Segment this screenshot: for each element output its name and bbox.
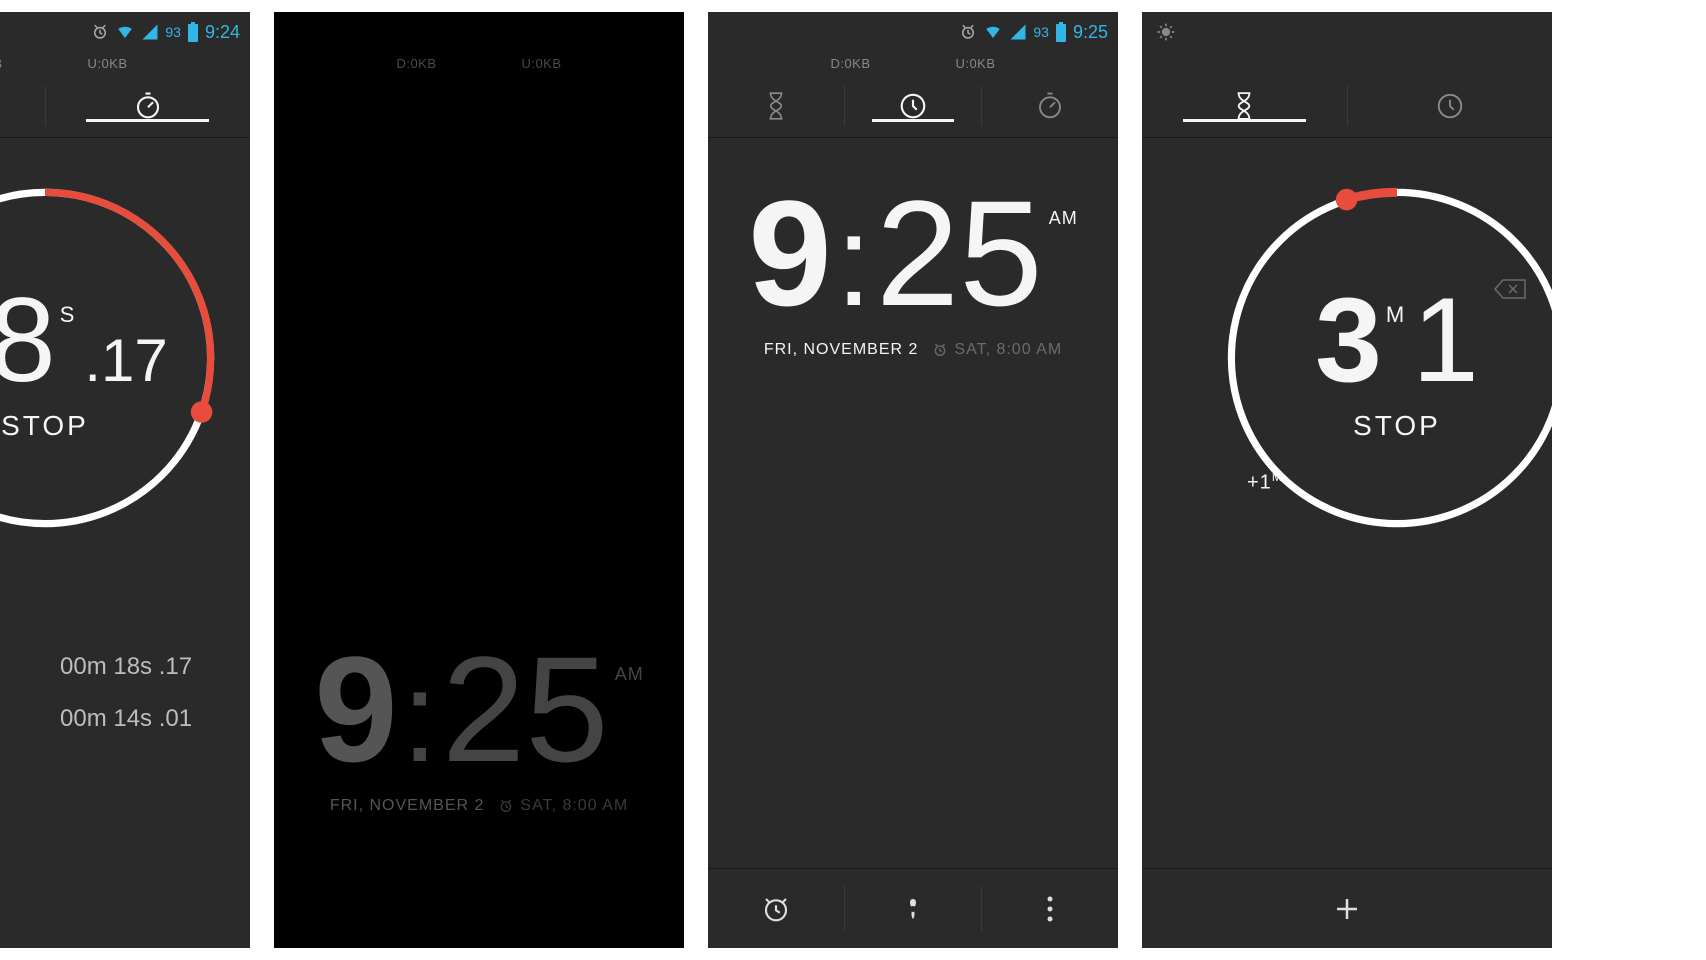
download-rate: D:0KB xyxy=(396,56,436,71)
status-time: 9:24 xyxy=(205,22,240,43)
tab-clock[interactable] xyxy=(845,91,981,121)
lap-cell: m 14s .01 xyxy=(0,705,30,733)
stopwatch-fraction: .17 xyxy=(84,326,167,395)
timer-minutes: 3 xyxy=(1315,280,1382,400)
alarms-button[interactable] xyxy=(708,894,844,924)
clock-minute: 25 xyxy=(442,634,609,784)
stop-button[interactable]: STOP xyxy=(1,410,89,442)
lap-cell: 00m 14s .01 xyxy=(60,705,220,733)
tab-clock[interactable] xyxy=(0,91,45,121)
screensaver-clock: 9 : 25 AM FRI, NOVEMBER 2 SAT, 8:00 AM xyxy=(274,634,684,815)
battery-level: 93 xyxy=(1033,24,1049,40)
clock-screen: 93 9:25 D:0KB U:0KB 9 : 25 AM FRI, NOVEM… xyxy=(708,12,1118,948)
alarm-icon xyxy=(498,798,514,814)
top-tabs xyxy=(0,74,250,138)
tab-clock[interactable] xyxy=(1348,91,1553,121)
battery-icon xyxy=(1055,22,1067,42)
signal-icon xyxy=(141,23,159,41)
timer-time: 3 M 1 xyxy=(1315,280,1479,400)
delete-timer-button[interactable] xyxy=(1493,278,1527,305)
alarm-status-icon xyxy=(91,23,109,41)
tab-stopwatch[interactable] xyxy=(982,91,1118,121)
lap-cell: m 04s .16 xyxy=(0,653,30,681)
upload-rate: U:0KB xyxy=(955,56,995,71)
upload-rate: U:0KB xyxy=(521,56,561,71)
screensaver-screen[interactable]: D:0KB U:0KB 9 : 25 AM FRI, NOVEMBER 2 SA… xyxy=(274,12,684,948)
status-bar: 93 9:25 xyxy=(708,12,1118,52)
timer-unit: M xyxy=(1386,302,1404,328)
tab-timer[interactable] xyxy=(708,91,844,121)
bottom-bar xyxy=(708,868,1118,948)
next-alarm: SAT, 8:00 AM xyxy=(498,797,628,815)
alarm-icon xyxy=(932,342,948,358)
next-alarm: SAT, 8:00 AM xyxy=(932,341,1062,359)
clock-ampm: AM xyxy=(1049,208,1078,229)
brightness-icon xyxy=(1156,22,1176,42)
data-rate: D:0KB U:0KB xyxy=(708,52,1118,74)
stopwatch-seconds: 18 xyxy=(0,280,56,400)
signal-icon xyxy=(1009,23,1027,41)
battery-icon xyxy=(187,22,199,42)
plus-one-minute-button[interactable]: +1M xyxy=(1247,470,1283,495)
battery-level: 93 xyxy=(165,24,181,40)
download-rate: D:1KB xyxy=(0,56,3,71)
stop-button[interactable]: STOP xyxy=(1353,410,1441,442)
timer-dial[interactable]: 3 M 1 STOP +1M xyxy=(1142,178,1552,543)
next-alarm-text: SAT, 8:00 AM xyxy=(954,341,1062,359)
clock-hour: 9 xyxy=(748,178,831,328)
clock-colon: : xyxy=(402,641,438,791)
stopwatch-dial[interactable]: 18 S .17 STOP xyxy=(0,178,250,543)
clock-colon: : xyxy=(836,185,872,335)
bottom-bar xyxy=(1142,868,1552,948)
lap-list: m 04s .16 00m 18s .17 m 14s .01 00m 14s … xyxy=(0,653,250,733)
next-alarm-text: SAT, 8:00 AM xyxy=(520,797,628,815)
overflow-menu-button[interactable] xyxy=(982,895,1118,923)
stopwatch-time: 18 S .17 xyxy=(0,280,168,400)
status-bar: 93 9:24 xyxy=(0,12,250,52)
stopwatch-screen: 93 9:24 D:1KB U:0KB 18 S xyxy=(0,12,250,948)
timer-seconds: 1 xyxy=(1412,280,1479,400)
data-rate: D:1KB U:0KB xyxy=(0,52,250,74)
status-bar xyxy=(1142,12,1552,52)
upload-rate: U:0KB xyxy=(87,56,127,71)
status-bar xyxy=(274,12,684,52)
clock-date: FRI, NOVEMBER 2 xyxy=(330,797,485,815)
clock-hour: 9 xyxy=(314,634,397,784)
clock-minute: 25 xyxy=(876,178,1043,328)
world-clock-button[interactable] xyxy=(845,892,981,926)
tab-timer[interactable] xyxy=(1142,91,1347,121)
clock-ampm: AM xyxy=(615,664,644,685)
wifi-icon xyxy=(115,23,135,41)
main-clock: 9 : 25 AM FRI, NOVEMBER 2 SAT, 8:00 AM xyxy=(708,178,1118,359)
download-rate: D:0KB xyxy=(830,56,870,71)
timer-screen: 3 M 1 STOP +1M xyxy=(1142,12,1552,948)
alarm-status-icon xyxy=(959,23,977,41)
data-rate: D:0KB U:0KB xyxy=(274,52,684,74)
lap-cell: 00m 18s .17 xyxy=(60,653,220,681)
top-tabs xyxy=(1142,74,1552,138)
wifi-icon xyxy=(983,23,1003,41)
stopwatch-unit: S xyxy=(60,302,75,328)
tab-stopwatch[interactable] xyxy=(46,91,251,121)
top-tabs xyxy=(708,74,1118,138)
clock-date: FRI, NOVEMBER 2 xyxy=(764,341,919,359)
status-time: 9:25 xyxy=(1073,22,1108,43)
add-timer-button[interactable] xyxy=(1142,894,1552,924)
